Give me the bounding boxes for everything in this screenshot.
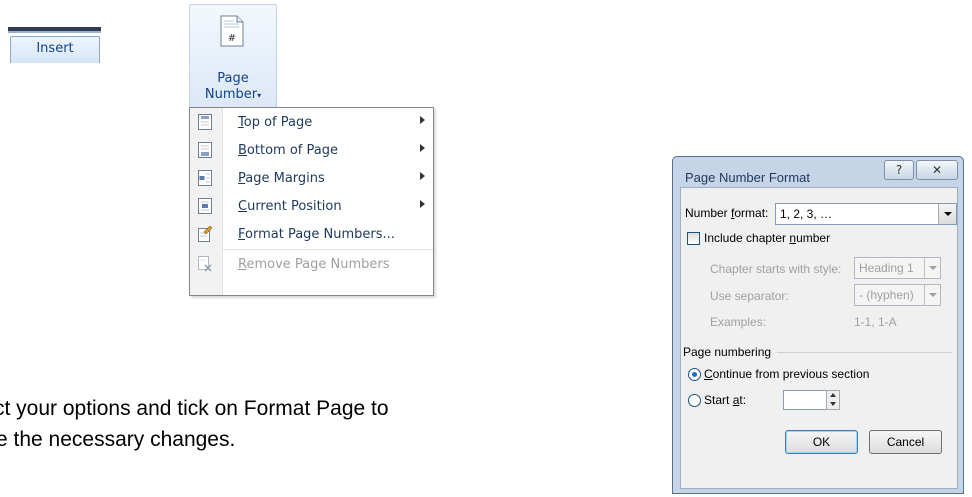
submenu-arrow-icon [420,144,425,152]
number-format-value: 1, 2, 3, … [780,207,833,221]
radio-selected-dot [692,372,697,377]
tab-insert[interactable]: Insert [10,36,100,63]
chevron-down-icon [929,266,937,270]
menu-item-label: Format Page Numbers... [238,227,395,242]
number-format-select[interactable]: 1, 2, 3, … [775,203,957,225]
menu-item-page-margins[interactable]: Page Margins [190,164,433,192]
menu-item-label: Bottom of Page [238,143,338,158]
remove-page-numbers-icon [198,256,212,272]
ok-button[interactable]: OK [785,430,858,454]
menu-item-label: Remove Page Numbers [238,257,390,272]
page-number-label-text: Number [204,87,258,102]
page-number-label-line1: Page [217,71,249,86]
dialog-body: Number format: 1, 2, 3, … Include chapte… [680,187,958,489]
menu-item-remove-page-numbers: Remove Page Numbers [190,250,433,278]
separator-label: Use separator: [710,289,789,303]
dialog-title: Page Number Format [685,170,810,185]
instruction-text-line2: e the necessary changes. [0,428,236,451]
continue-radio[interactable] [688,368,701,381]
number-format-label: Number format: [685,206,769,220]
examples-label: Examples: [710,315,767,329]
help-icon: ? [895,163,903,177]
continue-label: Continue from previous section [704,367,870,381]
chapter-style-select: Heading 1 [854,257,941,279]
menu-item-format-page-numbers[interactable]: Format Page Numbers... [190,220,433,248]
page-bottom-icon [198,142,212,158]
format-page-numbers-icon [198,226,212,242]
submenu-arrow-icon [420,200,425,208]
chapter-style-dropdown [924,258,940,278]
chevron-down-icon [944,212,952,216]
page-number-button[interactable]: # Page Number▾ [189,4,277,108]
close-button[interactable]: ✕ [916,160,958,180]
menu-item-label: Page Margins [238,171,325,186]
tab-insert-label: Insert [36,41,74,56]
menu-item-top-of-page[interactable]: Top of Page [190,108,433,136]
instruction-text-line1: ct your options and tick on Format Page … [0,397,389,420]
spin-down-icon [830,402,836,406]
submenu-arrow-icon [420,116,425,124]
help-button[interactable]: ? [884,160,914,180]
menu-item-bottom-of-page[interactable]: Bottom of Page [190,136,433,164]
ribbon-top-bar-highlight [8,31,101,33]
page-margins-icon [198,170,212,186]
include-chapter-checkbox[interactable] [687,232,700,245]
page-numbering-label: Page numbering [683,345,772,359]
page-number-menu: Top of Page Bottom of Page Page Margins … [189,107,434,296]
chevron-down-icon: ▾ [257,91,262,100]
close-icon: ✕ [931,163,943,177]
chevron-down-icon [929,293,937,297]
menu-item-label: Top of Page [238,115,313,130]
chapter-style-label: Chapter starts with style: [710,262,842,276]
include-chapter-label: Include chapter number [704,231,831,245]
svg-text:#: # [228,33,236,44]
start-at-radio[interactable] [688,394,701,407]
page-number-format-dialog: Page Number Format ? ✕ Number format: 1,… [672,156,964,494]
separator-dropdown [924,285,940,305]
start-at-spinner[interactable] [826,390,840,410]
current-position-icon [198,198,212,214]
group-divider [777,352,952,353]
insert-tab-area: Insert [8,27,101,63]
start-at-label: Start at: [704,393,747,407]
spin-up-icon [830,393,836,397]
menu-item-current-position[interactable]: Current Position [190,192,433,220]
number-format-dropdown-button[interactable] [938,204,956,224]
examples-value: 1-1, 1-A [854,315,897,329]
cancel-button[interactable]: Cancel [869,430,942,454]
separator-select: - (hyphen) [854,284,941,306]
separator-value: - (hyphen) [859,288,914,302]
page-number-icon: # [220,15,244,47]
chapter-style-value: Heading 1 [859,261,914,275]
menu-item-label: Current Position [238,199,342,214]
start-at-input[interactable] [783,390,827,410]
page-top-icon [198,114,212,130]
page-number-label-line2: Number▾ [190,87,276,102]
submenu-arrow-icon [420,172,425,180]
